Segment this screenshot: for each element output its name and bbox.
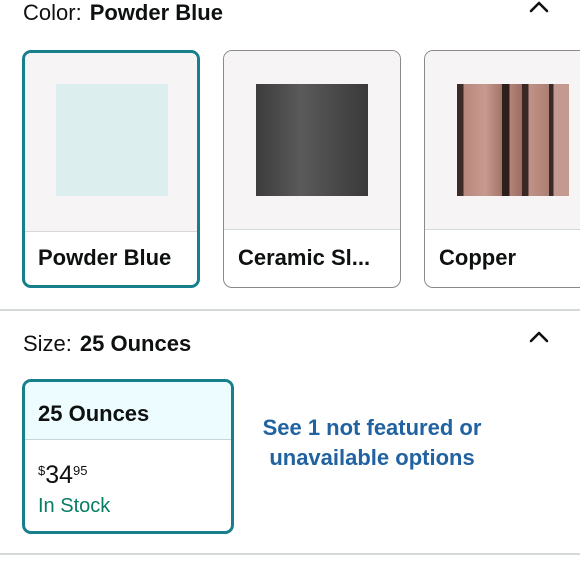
size-option-price: $3495 bbox=[38, 461, 88, 490]
price-fraction: 95 bbox=[73, 463, 88, 478]
swatch-divider bbox=[425, 229, 580, 230]
chevron-up-icon[interactable] bbox=[528, 326, 550, 348]
swatch-image-area bbox=[425, 51, 580, 229]
color-option-label: Powder Blue bbox=[38, 245, 172, 270]
color-option-ceramic-slate[interactable]: Ceramic Sl... bbox=[223, 50, 401, 288]
color-option-label: Copper bbox=[439, 245, 516, 270]
availability-status: In Stock bbox=[38, 495, 111, 517]
section-divider bbox=[0, 309, 580, 311]
color-option-label: Ceramic Sl... bbox=[238, 245, 371, 270]
swatch-image-area bbox=[25, 53, 197, 231]
see-unavailable-options-link[interactable]: See 1 not featured or unavailable option… bbox=[258, 413, 486, 473]
color-option-powder-blue[interactable]: Powder Blue bbox=[22, 50, 200, 288]
swatch-divider bbox=[25, 231, 197, 232]
size-label: Size: 25 Ounces bbox=[23, 331, 191, 357]
size-option-25-ounces[interactable]: 25 Ounces $3495 In Stock bbox=[22, 379, 234, 534]
size-label-text: Size: bbox=[23, 331, 72, 356]
price-currency: $ bbox=[38, 463, 46, 478]
copper-swatch-image bbox=[457, 84, 569, 196]
swatch-divider bbox=[224, 229, 400, 230]
selected-size-name: 25 Ounces bbox=[79, 331, 192, 356]
color-section-header: Color: Powder Blue bbox=[0, 0, 580, 32]
size-option-header: 25 Ounces bbox=[25, 382, 231, 440]
powder-blue-swatch-image bbox=[56, 84, 168, 196]
size-option-label: 25 Ounces bbox=[38, 401, 150, 426]
price-whole: 34 bbox=[45, 461, 74, 489]
selected-color-name: Powder Blue bbox=[89, 0, 223, 25]
chevron-up-icon[interactable] bbox=[528, 0, 550, 18]
color-label: Color: Powder Blue bbox=[23, 0, 223, 26]
size-section-header: Size: 25 Ounces bbox=[0, 326, 580, 362]
color-label-text: Color: bbox=[23, 0, 82, 25]
color-option-copper[interactable]: Copper bbox=[424, 50, 580, 288]
swatch-image-area bbox=[224, 51, 400, 229]
ceramic-slate-swatch-image bbox=[256, 84, 368, 196]
section-divider bbox=[0, 553, 580, 555]
